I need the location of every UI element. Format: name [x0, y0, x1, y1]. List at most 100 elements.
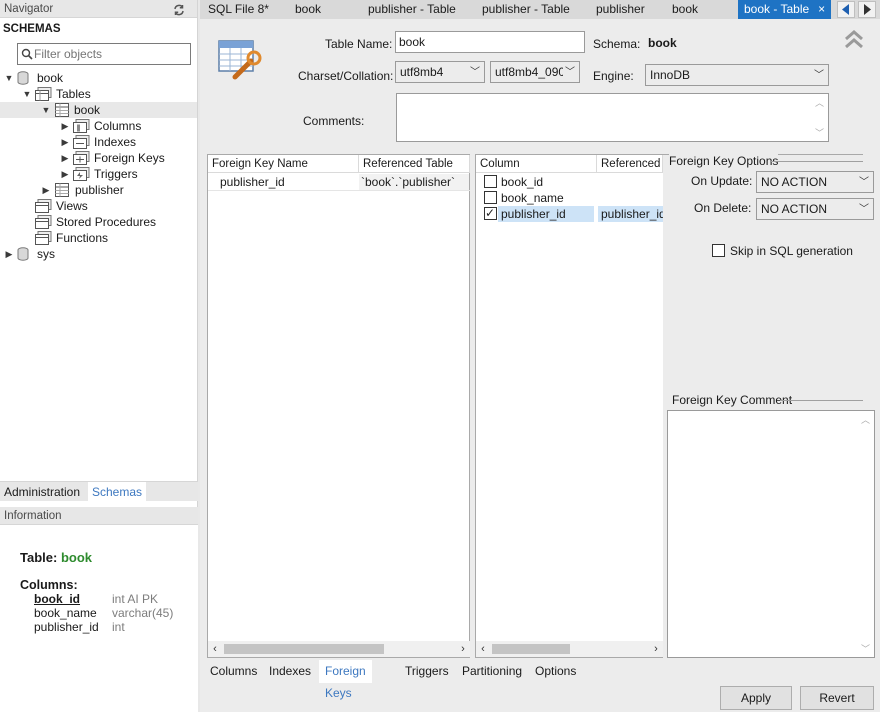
refresh-icon[interactable]	[173, 4, 185, 16]
expand-arrow-icon[interactable]: ▶	[60, 153, 70, 163]
horizontal-scrollbar[interactable]: ‹ ›	[208, 641, 470, 657]
tree-columns[interactable]: ▶ Columns	[0, 118, 197, 134]
tree-views[interactable]: Views	[0, 198, 197, 214]
tree-functions[interactable]: Functions	[0, 230, 197, 246]
schema-value: book	[648, 36, 677, 50]
table-row[interactable]: book_id	[476, 174, 663, 190]
expand-arrow-icon[interactable]: ▶	[4, 249, 14, 259]
fk-name-cell[interactable]: publisher_id	[220, 174, 285, 190]
tab-options[interactable]: Options	[529, 660, 582, 683]
foreign-key-grid: Foreign Key Name Referenced Table publis…	[207, 154, 470, 658]
tree-table-publisher[interactable]: ▶ publisher	[0, 182, 197, 198]
expand-arrow-icon[interactable]: ▶	[60, 121, 70, 131]
tree-foreign-keys[interactable]: ▶ Foreign Keys	[0, 150, 197, 166]
tab-book-2[interactable]: book	[672, 0, 698, 19]
header-fk-name: Foreign Key Name	[208, 155, 359, 173]
collapse-up-icon[interactable]	[843, 29, 865, 51]
collation-select[interactable]: utf8mb4_090(﹀	[490, 61, 580, 83]
expand-arrow-icon[interactable]: ▶	[60, 137, 70, 147]
scroll-left-icon[interactable]: ‹	[476, 641, 490, 657]
comments-label: Comments:	[303, 114, 365, 128]
comments-textarea[interactable]: ︿ ﹀	[396, 93, 829, 142]
tab-columns[interactable]: Columns	[204, 660, 263, 683]
filter-input[interactable]	[34, 45, 184, 63]
column-checkbox[interactable]	[484, 175, 497, 188]
scroll-right-icon[interactable]: ›	[456, 641, 470, 657]
tree-label: sys	[37, 247, 55, 261]
tree-label: publisher	[75, 183, 124, 197]
tab-book-table[interactable]: book - Table ×	[738, 0, 832, 19]
scroll-right-icon[interactable]: ›	[649, 641, 663, 657]
tab-schemas[interactable]: Schemas	[88, 482, 147, 502]
functions-icon	[35, 231, 52, 245]
referenced-table-cell[interactable]: `book`.`publisher`	[359, 174, 469, 190]
scroll-up-icon[interactable]: ︿	[815, 96, 824, 109]
tree-label: Foreign Keys	[94, 151, 165, 165]
referenced-column-cell[interactable]: publisher_id	[598, 206, 663, 222]
close-icon[interactable]: ×	[818, 2, 825, 16]
info-column-type: int AI PK	[112, 592, 159, 606]
info-column-name: publisher_id	[34, 620, 99, 634]
expand-arrow-icon[interactable]: ▶	[41, 185, 51, 195]
tree-schema-sys[interactable]: ▶ sys	[0, 246, 197, 262]
tree-label: Views	[56, 199, 88, 213]
tab-sql-file[interactable]: SQL File 8*	[208, 0, 269, 19]
tab-partitioning[interactable]: Partitioning	[456, 660, 528, 683]
collapse-arrow-icon[interactable]: ▼	[22, 89, 32, 99]
table-name-input[interactable]: book	[395, 31, 585, 53]
scroll-thumb[interactable]	[224, 644, 384, 654]
apply-button[interactable]: Apply	[720, 686, 792, 710]
on-delete-select[interactable]: NO ACTION ﹀	[756, 198, 874, 220]
scroll-left-icon[interactable]	[837, 1, 855, 18]
tab-publisher-table-2[interactable]: publisher - Table	[482, 0, 570, 19]
tab-publisher-table[interactable]: publisher - Table	[368, 0, 456, 19]
table-editor-icon	[217, 37, 263, 81]
tab-foreign-keys[interactable]: Foreign Keys	[319, 660, 372, 700]
info-columns-label: Columns:	[20, 578, 78, 592]
tab-indexes[interactable]: Indexes	[263, 660, 317, 683]
skip-sql-label: Skip in SQL generation	[730, 244, 853, 258]
tree-tables[interactable]: ▼ Tables	[0, 86, 197, 102]
tree-label: Tables	[56, 87, 91, 101]
filter-box	[17, 43, 191, 65]
tree-triggers[interactable]: ▶ Triggers	[0, 166, 197, 182]
column-checkbox[interactable]	[484, 191, 497, 204]
tree-indexes[interactable]: ▶ Indexes	[0, 134, 197, 150]
tree-stored-procedures[interactable]: Stored Procedures	[0, 214, 197, 230]
engine-select[interactable]: InnoDB ﹀	[645, 64, 829, 86]
expand-arrow-icon[interactable]: ▶	[60, 169, 70, 179]
tab-publisher[interactable]: publisher	[596, 0, 645, 19]
information-panel: Table: book Columns: book_id int AI PK b…	[0, 525, 198, 712]
table-row[interactable]: publisher_id publisher_id	[476, 206, 663, 222]
table-editor: Table Name: book Schema: book Charset/Co…	[200, 19, 880, 712]
charset-select[interactable]: utf8mb4 ﹀	[395, 61, 485, 83]
skip-sql-checkbox[interactable]	[712, 244, 725, 257]
fk-comment-title: Foreign Key Comment	[672, 393, 793, 407]
fk-comment-textarea[interactable]: ︿ ﹀	[667, 410, 875, 658]
info-table-prefix: Table:	[20, 550, 61, 565]
tab-book[interactable]: book	[295, 0, 321, 19]
schemas-header: SCHEMAS	[0, 4, 197, 40]
scroll-left-icon[interactable]: ‹	[208, 641, 222, 657]
scroll-down-icon[interactable]: ﹀	[861, 642, 870, 655]
table-row[interactable]: publisher_id `book`.`publisher`	[208, 174, 470, 191]
scroll-right-icon[interactable]	[858, 1, 876, 18]
stored-procedures-icon	[35, 215, 52, 229]
tree-table-book[interactable]: ▼ book	[0, 102, 197, 118]
tree-schema-book[interactable]: ▼ book	[0, 70, 197, 86]
collapse-arrow-icon[interactable]: ▼	[41, 105, 51, 115]
indexes-icon	[73, 135, 90, 149]
revert-button[interactable]: Revert	[800, 686, 874, 710]
charset-label: Charset/Collation:	[298, 69, 394, 83]
table-icon	[55, 103, 71, 117]
on-update-select[interactable]: NO ACTION ﹀	[756, 171, 874, 193]
collapse-arrow-icon[interactable]: ▼	[4, 73, 14, 83]
scroll-up-icon[interactable]: ︿	[861, 413, 870, 426]
horizontal-scrollbar[interactable]: ‹ ›	[476, 641, 663, 657]
scroll-thumb[interactable]	[492, 644, 570, 654]
tab-triggers[interactable]: Triggers	[399, 660, 455, 683]
column-checkbox-checked[interactable]	[484, 206, 497, 220]
table-row[interactable]: book_name	[476, 190, 663, 206]
tab-administration[interactable]: Administration	[0, 482, 84, 502]
scroll-down-icon[interactable]: ﹀	[815, 126, 824, 139]
